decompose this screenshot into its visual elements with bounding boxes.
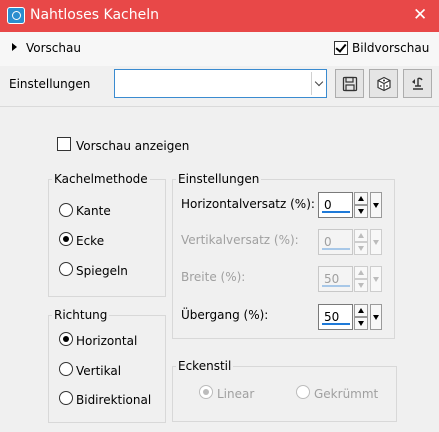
transition-input[interactable]: 50 — [318, 304, 353, 330]
triangle-up-icon — [358, 308, 364, 313]
value-underline — [322, 323, 350, 325]
settings-group-title: Einstellungen — [176, 172, 262, 186]
radio-ecke[interactable] — [59, 232, 73, 246]
spin-down-button[interactable] — [354, 242, 368, 255]
value-underline — [322, 285, 350, 287]
vertical-offset-label: Vertikalversatz (%): — [181, 233, 299, 247]
spin-down-button[interactable] — [354, 205, 368, 218]
radio-ecke-label[interactable]: Ecke — [76, 234, 104, 248]
width-input[interactable]: 50 — [318, 266, 353, 292]
radio-gekruemmt[interactable] — [296, 385, 310, 399]
triangle-down-icon — [373, 277, 379, 282]
radio-linear[interactable] — [199, 385, 213, 399]
spin-up-button[interactable] — [354, 192, 368, 205]
spin-down-button[interactable] — [354, 279, 368, 292]
radio-vertikal[interactable] — [59, 362, 73, 376]
randomize-icon — [377, 76, 391, 92]
radio-vertikal-label[interactable]: Vertikal — [76, 364, 121, 378]
radio-spiegeln-label[interactable]: Spiegeln — [76, 264, 128, 278]
app-icon — [7, 7, 25, 24]
image-preview-checkbox[interactable] — [334, 41, 348, 55]
save-icon — [342, 76, 358, 92]
image-preview-label[interactable]: Bildvorschau — [352, 41, 429, 55]
show-preview-label[interactable]: Vorschau anzeigen — [76, 139, 189, 153]
vertical-offset-value: 0 — [324, 235, 332, 249]
tiling-method-title: Kachelmethode — [52, 172, 150, 186]
triangle-down-icon — [358, 209, 364, 214]
horizontal-offset-spinner[interactable] — [354, 192, 368, 218]
horizontal-offset-value: 0 — [324, 198, 332, 212]
window-title: Nahtloses Kacheln — [30, 7, 159, 23]
vertical-offset-dropdown[interactable] — [370, 229, 382, 255]
value-underline — [322, 211, 350, 213]
radio-kante-label[interactable]: Kante — [76, 204, 111, 218]
spin-up-button[interactable] — [354, 229, 368, 242]
spin-up-button[interactable] — [354, 266, 368, 279]
triangle-up-icon — [358, 196, 364, 201]
corner-style-title: Eckenstil — [176, 359, 234, 373]
vertical-offset-spinner[interactable] — [354, 229, 368, 255]
randomize-button[interactable] — [369, 69, 398, 98]
spin-up-button[interactable] — [354, 304, 368, 317]
settings-label: Einstellungen — [9, 77, 91, 91]
preset-combobox[interactable] — [114, 69, 327, 98]
width-value: 50 — [324, 272, 340, 286]
show-preview-checkbox[interactable] — [57, 137, 71, 151]
triangle-up-icon — [358, 270, 364, 275]
transition-value: 50 — [324, 310, 340, 324]
horizontal-offset-input[interactable]: 0 — [318, 192, 353, 218]
radio-spiegeln[interactable] — [59, 262, 73, 276]
combo-separator — [311, 72, 312, 95]
transition-label: Übergang (%): — [181, 308, 269, 322]
reset-button[interactable] — [403, 69, 432, 98]
expand-arrow-icon[interactable] — [12, 43, 17, 51]
transition-dropdown[interactable] — [370, 304, 382, 330]
radio-linear-label[interactable]: Linear — [217, 387, 254, 401]
triangle-down-icon — [373, 240, 379, 245]
radio-bidirektional[interactable] — [59, 391, 73, 405]
reset-icon — [412, 77, 423, 90]
vertical-offset-input[interactable]: 0 — [318, 229, 353, 255]
horizontal-offset-label: Horizontalversatz (%): — [181, 197, 315, 211]
preview-toggle-label[interactable]: Vorschau — [26, 41, 81, 55]
radio-bidirektional-label[interactable]: Bidirektional — [76, 393, 151, 407]
triangle-down-icon — [358, 283, 364, 288]
transition-spinner[interactable] — [354, 304, 368, 330]
triangle-down-icon — [373, 315, 379, 320]
triangle-up-icon — [358, 233, 364, 238]
spin-down-button[interactable] — [354, 317, 368, 330]
width-spinner[interactable] — [354, 266, 368, 292]
triangle-down-icon — [358, 321, 364, 326]
direction-title: Richtung — [52, 308, 110, 322]
triangle-down-icon — [358, 246, 364, 251]
radio-horizontal[interactable] — [59, 332, 73, 346]
radio-horizontal-label[interactable]: Horizontal — [76, 334, 137, 348]
value-underline — [322, 248, 350, 250]
horizontal-offset-dropdown[interactable] — [370, 192, 382, 218]
width-label: Breite (%): — [181, 270, 246, 284]
close-icon[interactable]: ✕ — [413, 5, 427, 25]
radio-gekruemmt-label[interactable]: Gekrümmt — [314, 387, 378, 401]
chevron-down-icon[interactable] — [314, 77, 324, 87]
radio-kante[interactable] — [59, 203, 73, 217]
save-preset-button[interactable] — [335, 69, 364, 98]
triangle-down-icon — [373, 203, 379, 208]
width-dropdown[interactable] — [370, 266, 382, 292]
